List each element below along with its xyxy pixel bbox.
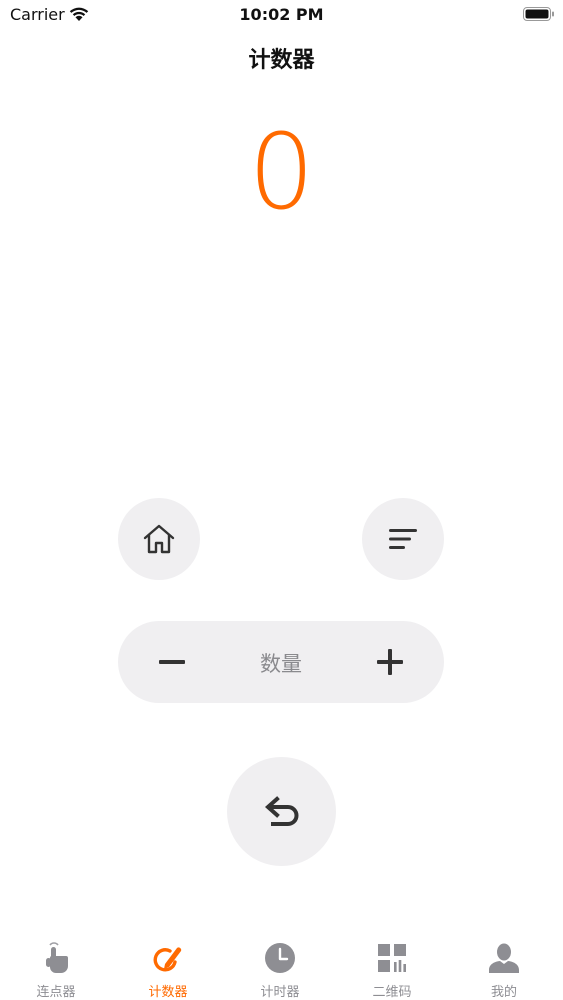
tab-qr-code[interactable]: 二维码 <box>336 930 448 1000</box>
tab-label: 计数器 <box>148 985 188 1000</box>
tap-hand-icon <box>46 942 68 973</box>
menu-lines-icon <box>389 529 417 549</box>
tab-counter[interactable]: 计数器 <box>112 930 224 1000</box>
status-time: 10:02 PM <box>239 5 324 24</box>
counter-value: 0 <box>248 111 315 233</box>
plus-icon <box>377 649 403 675</box>
home-button[interactable] <box>118 498 200 580</box>
qr-code-icon <box>378 944 406 972</box>
person-icon <box>489 943 519 973</box>
status-bar: Carrier 10:02 PM <box>0 0 563 30</box>
tab-profile[interactable]: 我的 <box>448 930 560 1000</box>
increment-button[interactable] <box>366 642 414 682</box>
battery-icon <box>523 7 554 21</box>
tab-label: 连点器 <box>36 985 76 1000</box>
tab-tapper[interactable]: 连点器 <box>0 930 112 1000</box>
undo-icon <box>264 795 298 826</box>
tab-label: 二维码 <box>372 985 412 1000</box>
counter-pen-icon <box>153 947 182 972</box>
tab-timer[interactable]: 计时器 <box>224 930 336 1000</box>
page-title: 计数器 <box>248 48 315 73</box>
clock-icon <box>265 943 295 973</box>
home-icon <box>143 524 175 554</box>
tab-label: 计时器 <box>260 985 300 1000</box>
undo-button[interactable] <box>227 757 336 866</box>
menu-button[interactable] <box>362 498 444 580</box>
tab-bar: 连点器 计数器 计时器 二维码 我的 <box>0 930 563 1000</box>
quantity-stepper: 数量 <box>118 621 444 703</box>
tab-label: 我的 <box>490 985 517 1000</box>
